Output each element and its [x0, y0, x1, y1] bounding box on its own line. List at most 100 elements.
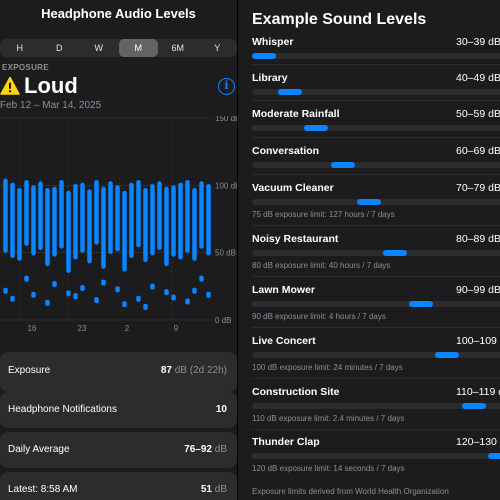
- row-divider: [252, 174, 500, 175]
- low-reading-mark: [94, 297, 99, 304]
- headphone-audio-panel: Headphone Audio Levels H D W M 6M Y EXPO…: [0, 0, 237, 500]
- low-reading-mark: [24, 275, 29, 282]
- range-bar: [171, 185, 176, 257]
- stat-unit: dB: [211, 484, 227, 495]
- low-reading-mark: [31, 291, 36, 298]
- low-reading-mark: [52, 280, 57, 287]
- row-divider: [252, 137, 500, 138]
- low-reading-mark: [45, 299, 50, 306]
- sound-level-range: 100–109 dB: [456, 335, 500, 347]
- row-divider: [252, 327, 500, 328]
- x-tick-label: 16: [28, 324, 37, 333]
- low-reading-mark: [115, 286, 120, 293]
- sound-level-indicator: [252, 53, 276, 59]
- sound-level-track: [252, 352, 500, 358]
- sound-level-range: 40–49 dB: [456, 72, 500, 84]
- sound-level-track: [252, 453, 500, 459]
- stat-value: 87 dB (2d 22h): [161, 352, 227, 390]
- exposure-limit-note: 110 dB exposure limit: 2.4 minutes / 7 d…: [252, 414, 405, 423]
- stat-number: 51: [200, 484, 212, 495]
- low-reading-mark: [10, 295, 15, 302]
- low-reading-mark: [101, 279, 106, 286]
- sound-level-track: [252, 125, 500, 131]
- range-week[interactable]: W: [79, 39, 119, 57]
- exposure-chart: 150 dB 100 dB 50 dB 0 dB 16 23 2 9: [0, 116, 237, 333]
- sound-level-indicator: [462, 403, 486, 409]
- range-bar: [108, 181, 113, 255]
- row-divider: [252, 225, 500, 226]
- range-bar: [136, 179, 141, 248]
- range-bar: [192, 188, 197, 261]
- low-reading-mark: [199, 275, 204, 282]
- range-bar: [31, 185, 36, 256]
- range-bar: [80, 182, 85, 253]
- sound-level-row: Noisy Restaurant 80–89 dB 80 dB exposure l…: [252, 233, 500, 270]
- y-tick-label: 50 dB: [215, 249, 236, 258]
- sound-level-indicator: [409, 301, 433, 307]
- y-tick-label: 0 dB: [215, 316, 231, 325]
- sound-level-track: [252, 162, 500, 168]
- sound-level-range: 110–119 dB: [456, 386, 500, 398]
- y-tick-label: 100 dB: [215, 181, 237, 190]
- sound-level-track: [252, 53, 500, 59]
- low-reading-mark: [122, 301, 127, 308]
- exposure-limit-note: 120 dB exposure limit: 14 seconds / 7 da…: [252, 464, 405, 473]
- low-reading-mark: [73, 293, 78, 300]
- sound-level-track: [252, 89, 500, 95]
- stat-label: Latest: 8:58 AM: [8, 484, 78, 495]
- range-6-months[interactable]: 6M: [158, 39, 198, 57]
- status-row: Loud: [0, 73, 78, 99]
- stat-daily-average[interactable]: Daily Average 76–92 dB: [0, 432, 237, 468]
- range-bar: [199, 181, 204, 249]
- range-year[interactable]: Y: [198, 39, 238, 57]
- low-reading-mark: [192, 287, 197, 294]
- stat-notifications[interactable]: Headphone Notifications 10: [0, 392, 237, 428]
- sound-level-row: Whisper 30–39 dB: [252, 36, 500, 59]
- footer-note: Exposure limits derived from World Healt…: [252, 487, 449, 496]
- time-range-segmented-control[interactable]: H D W M 6M Y: [0, 39, 237, 57]
- sound-level-track: [252, 199, 500, 205]
- row-divider: [252, 378, 500, 379]
- sound-level-track: [252, 403, 500, 409]
- range-day[interactable]: D: [40, 39, 80, 57]
- x-tick-label: 2: [125, 324, 130, 333]
- exposure-status: Loud: [24, 73, 78, 98]
- sound-level-row: Vacuum Cleaner 70–79 dB 75 dB exposure lim…: [252, 182, 500, 219]
- stat-label: Exposure: [8, 365, 51, 376]
- range-bar: [10, 182, 15, 259]
- sound-level-row: Thunder Clap120–130 dB120 dB exposure li…: [252, 436, 500, 473]
- range-month[interactable]: M: [118, 39, 158, 57]
- range-bar: [38, 181, 43, 250]
- sound-level-range: 50–59 dB: [456, 108, 500, 120]
- range-bar: [87, 189, 92, 264]
- stat-unit: dB (2d 22h): [171, 365, 227, 376]
- stat-number: 87: [160, 365, 172, 376]
- y-tick-label: 150 dB: [215, 116, 237, 123]
- sound-level-indicator: [357, 199, 381, 205]
- sound-level-range: 120–130 dB: [456, 436, 500, 448]
- stat-label: Daily Average: [8, 444, 70, 455]
- stat-unit: dB: [211, 444, 227, 455]
- range-bar: [45, 188, 50, 267]
- range-bar: [17, 188, 22, 261]
- range-bar: [24, 179, 29, 246]
- range-bar: [101, 186, 106, 269]
- stats-card: Exposure 87 dB (2d 22h): [0, 352, 237, 392]
- sound-level-row: Construction Site110–119 dB110 dB exposu…: [252, 386, 500, 423]
- stats-card: Daily Average 76–92 dB: [0, 432, 237, 468]
- stat-latest[interactable]: Latest: 8:58 AM 51 dB: [0, 472, 237, 500]
- exposure-limit-note: 80 dB exposure limit: 40 hours / 7 days: [252, 261, 391, 270]
- low-reading-mark: [80, 285, 85, 292]
- range-bar: [73, 183, 78, 260]
- info-icon[interactable]: i: [218, 78, 235, 95]
- low-reading-mark: [206, 291, 211, 298]
- sound-level-range: 70–79 dB: [456, 182, 500, 194]
- stat-label: Headphone Notifications: [8, 404, 117, 415]
- sound-level-indicator: [488, 453, 500, 459]
- sound-level-track: [252, 250, 500, 256]
- date-range: Feb 12 – Mar 14, 2025: [0, 100, 102, 111]
- stat-exposure[interactable]: Exposure 87 dB (2d 22h): [0, 352, 237, 392]
- page-title: Headphone Audio Levels: [41, 6, 196, 21]
- range-hour[interactable]: H: [0, 39, 40, 57]
- stat-number: 76–92: [184, 444, 212, 455]
